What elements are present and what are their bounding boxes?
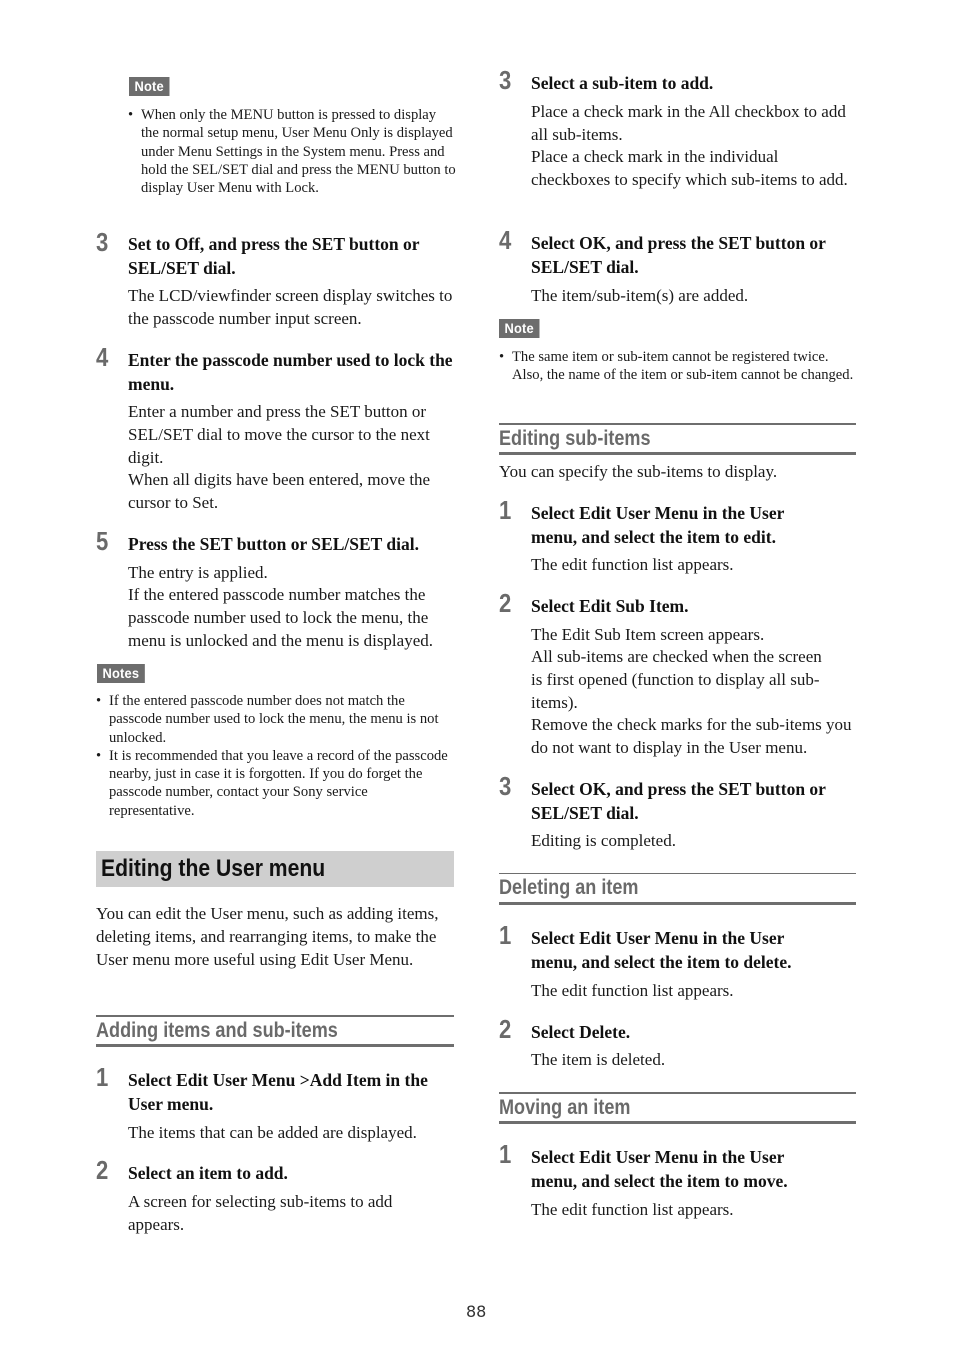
section-intro: You can edit the User menu, such as addi… xyxy=(96,904,439,969)
step-title: Select Edit User Menu in the User menu, … xyxy=(531,928,792,972)
note-list: When only the MENU button is pressed to … xyxy=(128,106,456,197)
step-body: The entry is applied. xyxy=(128,563,268,582)
step-title: Select OK, and press the SET button or S… xyxy=(531,233,826,277)
note-badge: Note xyxy=(499,319,540,338)
subsection-heading: Adding items and sub-items xyxy=(96,1015,454,1047)
note-badge: Note xyxy=(129,77,170,96)
note-item: The same item or sub-item cannot be regi… xyxy=(499,348,859,385)
step-number: 4 xyxy=(96,342,109,372)
step-title: Select Delete. xyxy=(531,1022,631,1042)
step-number: 3 xyxy=(96,227,109,257)
step-title: Press the SET button or SEL/SET dial. xyxy=(128,534,419,554)
step-number: 2 xyxy=(96,1155,109,1185)
step-title: Select Edit User Menu >Add Item in the U… xyxy=(128,1070,428,1114)
step-body: The edit function list appears. xyxy=(531,981,734,1000)
step-number: 2 xyxy=(499,1014,512,1044)
subsection-heading-text: Deleting an item xyxy=(499,876,639,899)
step-body: The LCD/viewfinder screen display switch… xyxy=(128,286,453,328)
step-body: The edit function list appears. xyxy=(531,1200,734,1219)
step-title: Set to Off, and press the SET button or … xyxy=(128,234,420,278)
note-item: When only the MENU button is pressed to … xyxy=(128,106,456,197)
note-item: If the entered passcode number does not … xyxy=(96,692,456,747)
step-title: Select a sub-item to add. xyxy=(531,73,714,93)
step-title: Select an item to add. xyxy=(128,1163,288,1183)
step-number: 1 xyxy=(96,1062,109,1092)
subsection-heading: Deleting an item xyxy=(499,873,856,905)
page-number: 88 xyxy=(466,1302,487,1321)
step-body: The edit function list appears. xyxy=(531,555,734,574)
subsection-heading-text: Adding items and sub-items xyxy=(96,1019,338,1042)
subsection-heading-text: Editing sub-items xyxy=(499,427,651,450)
step-body: Editing is completed. xyxy=(531,831,676,850)
step-body: All sub-items are checked when the scree… xyxy=(531,647,822,712)
step-body: A screen for selecting sub-items to add … xyxy=(128,1192,393,1234)
step-number: 5 xyxy=(96,526,109,556)
step-number: 3 xyxy=(499,65,512,95)
subsection-heading-text: Moving an item xyxy=(499,1096,631,1119)
step-title: Select Edit Sub Item. xyxy=(531,596,689,616)
section-title-text: Editing the User menu xyxy=(101,855,326,882)
notes-list: If the entered passcode number does not … xyxy=(96,692,456,820)
step-body: The item/sub-item(s) are added. xyxy=(531,286,749,305)
step-number: 2 xyxy=(499,588,512,618)
step-number: 1 xyxy=(499,1139,512,1169)
step-body: The item is deleted. xyxy=(531,1050,666,1069)
step-title: Select Edit User Menu in the User menu, … xyxy=(531,1147,788,1191)
section-title: Editing the User menu xyxy=(96,851,454,887)
step-title: Select OK, and press the SET button or S… xyxy=(531,779,826,823)
step-number: 1 xyxy=(499,920,512,950)
step-title: Select Edit User Menu in the User menu, … xyxy=(531,503,785,547)
step-body: Place a check mark in the individual che… xyxy=(531,147,848,189)
step-body: Place a check mark in the All checkbox t… xyxy=(531,102,846,144)
step-number: 3 xyxy=(499,771,512,801)
step-number: 4 xyxy=(499,225,512,255)
step-body: The items that can be added are displaye… xyxy=(128,1123,417,1142)
note-item: It is recommended that you leave a recor… xyxy=(96,747,456,820)
step-body: If the entered passcode number matches t… xyxy=(128,585,433,650)
subsection-heading: Editing sub-items xyxy=(499,423,856,455)
step-title: Enter the passcode number used to lock t… xyxy=(128,350,453,394)
step-body: The Edit Sub Item screen appears. xyxy=(531,625,765,644)
step-body: Remove the check marks for the sub-items… xyxy=(531,715,852,757)
subsection-heading: Moving an item xyxy=(499,1092,856,1124)
step-body: Enter a number and press the SET button … xyxy=(128,402,430,467)
step-number: 1 xyxy=(499,495,512,525)
step-body: When all digits have been entered, move … xyxy=(128,470,431,512)
subsection-intro: You can specify the sub-items to display… xyxy=(499,462,778,481)
note-list: The same item or sub-item cannot be regi… xyxy=(499,348,859,385)
notes-badge: Notes xyxy=(97,664,145,683)
